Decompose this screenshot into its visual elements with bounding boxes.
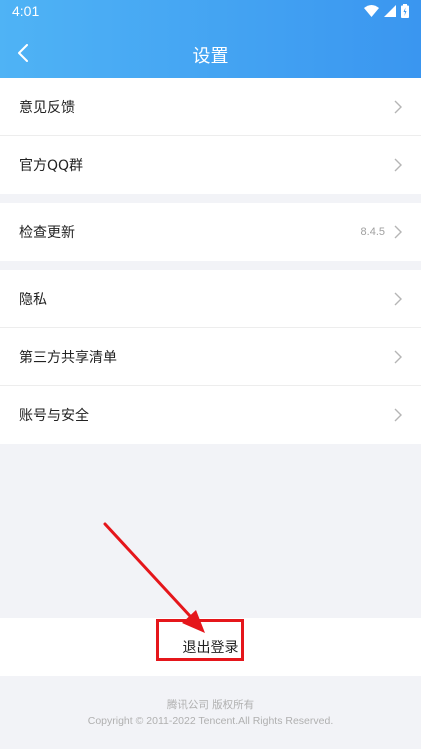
status-icons <box>364 4 409 18</box>
settings-item-label: 意见反馈 <box>19 99 75 116</box>
settings-item-qq-group[interactable]: 官方QQ群 <box>0 136 421 194</box>
chevron-right-icon <box>394 350 402 363</box>
settings-item-label: 第三方共享清单 <box>19 349 117 366</box>
wifi-icon <box>364 5 379 17</box>
settings-item-label: 隐私 <box>19 291 47 308</box>
chevron-right-icon <box>394 100 402 113</box>
page-title: 设置 <box>192 46 229 67</box>
signal-icon <box>384 5 396 17</box>
chevron-right-icon <box>394 408 402 422</box>
settings-item-label: 检查更新 <box>19 225 75 241</box>
chevron-right-icon <box>394 292 402 305</box>
status-bar: 4:01 <box>0 0 421 22</box>
settings-group-feedback: 意见反馈 官方QQ群 <box>0 78 421 194</box>
footer-company: 腾讯公司 版权所有 <box>166 699 255 711</box>
footer: 腾讯公司 版权所有 Copyright © 2011-2022 Tencent.… <box>0 697 421 729</box>
footer-copyright: Copyright © 2011-2022 Tencent.All Rights… <box>87 715 334 727</box>
chevron-right-icon <box>394 225 402 239</box>
settings-item-account-security[interactable]: 账号与安全 <box>0 386 421 444</box>
battery-icon <box>401 4 409 18</box>
chevron-right-icon <box>394 158 402 172</box>
settings-item-label: 官方QQ群 <box>19 158 84 174</box>
version-value: 8.4.5 <box>360 226 385 238</box>
settings-item-privacy[interactable]: 隐私 <box>0 270 421 328</box>
settings-item-label: 账号与安全 <box>19 408 89 424</box>
settings-group-update: 检查更新 8.4.5 <box>0 203 421 261</box>
app-header: 4:01 设置 <box>0 0 421 78</box>
settings-group-privacy: 隐私 第三方共享清单 账号与安全 <box>0 270 421 444</box>
logout-bar: 退出登录 <box>0 618 421 676</box>
logout-button[interactable]: 退出登录 <box>0 618 421 676</box>
status-time: 4:01 <box>12 3 40 19</box>
settings-item-check-update[interactable]: 检查更新 8.4.5 <box>0 203 421 261</box>
settings-item-third-party-list[interactable]: 第三方共享清单 <box>0 328 421 386</box>
settings-item-feedback[interactable]: 意见反馈 <box>0 78 421 136</box>
